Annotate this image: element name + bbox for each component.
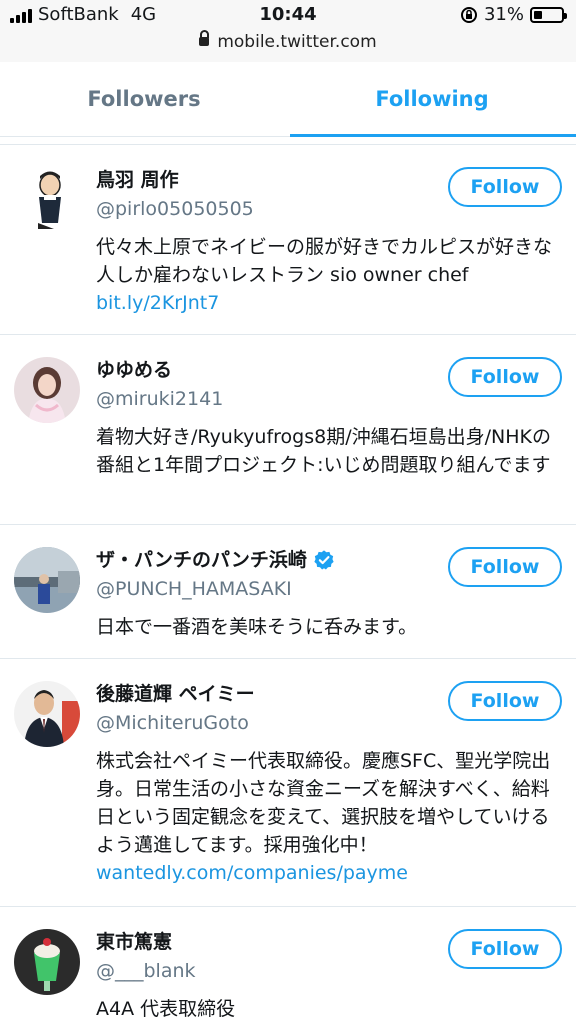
- user-cell[interactable]: Follow 東市篤憲 @___blank A4A 代表取締役: [0, 907, 576, 1025]
- display-name: ザ・パンチのパンチ浜崎: [96, 549, 307, 571]
- follow-button[interactable]: Follow: [448, 167, 562, 207]
- status-bar: SoftBank 4G 10:44 31% mobile.twitter.com: [0, 0, 576, 62]
- follow-button[interactable]: Follow: [448, 681, 562, 721]
- avatar[interactable]: [14, 547, 80, 613]
- follow-button[interactable]: Follow: [448, 357, 562, 397]
- url-text: mobile.twitter.com: [217, 32, 377, 52]
- tab-followers[interactable]: Followers: [0, 62, 288, 136]
- user-bio: 日本で一番酒を美味そうに呑みます。: [96, 616, 418, 638]
- user-cell[interactable]: Follow ゆゆめる @miruki2141 着物大好き/Ryukyufrog…: [0, 335, 576, 525]
- following-list: Follow 鳥羽 周作 @pirlo05050505 代々木上原でネイビーの服…: [0, 144, 576, 1025]
- user-bio: 代々木上原でネイビーの服が好きでカルピスが好きな人しか雇わないレストラン sio…: [96, 236, 553, 286]
- follow-button[interactable]: Follow: [448, 929, 562, 969]
- display-name: 後藤道輝 ペイミー: [96, 683, 255, 705]
- display-name: ゆゆめる: [96, 359, 173, 381]
- user-cell[interactable]: Follow 後藤道輝 ペイミー @MichiteruGoto 株式会社ペイミー…: [0, 659, 576, 907]
- orientation-lock-icon: [460, 6, 477, 23]
- follow-tabs: Followers Following: [0, 62, 576, 137]
- active-tab-indicator: [290, 134, 576, 137]
- tab-following[interactable]: Following: [288, 62, 576, 136]
- bio-link[interactable]: bit.ly/2KrJnt7: [96, 289, 562, 317]
- battery-percent: 31%: [483, 4, 524, 25]
- user-bio: 着物大好き/Ryukyufrogs8期/沖縄石垣島出身/NHKの番組と1年間プロ…: [96, 426, 551, 476]
- display-name: 東市篤憲: [96, 931, 173, 953]
- avatar[interactable]: [14, 167, 80, 233]
- user-bio: 株式会社ペイミー代表取締役。慶應SFC、聖光学院出身。日常生活の小さな資金ニーズ…: [96, 750, 551, 856]
- verified-badge-icon: [314, 550, 334, 570]
- avatar[interactable]: [14, 357, 80, 423]
- user-cell[interactable]: Follow 鳥羽 周作 @pirlo05050505 代々木上原でネイビーの服…: [0, 145, 576, 335]
- bio-link[interactable]: wantedly.com/companies/payme: [96, 859, 562, 887]
- status-right: 31%: [460, 4, 567, 25]
- avatar[interactable]: [14, 929, 80, 995]
- avatar[interactable]: [14, 681, 80, 747]
- user-bio: A4A 代表取締役: [96, 998, 236, 1020]
- battery-icon: [530, 6, 567, 23]
- user-cell[interactable]: Follow ザ・パンチのパンチ浜崎 @PUNCH_HAMASAKI 日本で一番…: [0, 525, 576, 659]
- display-name: 鳥羽 周作: [96, 169, 179, 191]
- lock-icon: [199, 29, 210, 46]
- address-bar[interactable]: mobile.twitter.com: [0, 29, 576, 52]
- follow-button[interactable]: Follow: [448, 547, 562, 587]
